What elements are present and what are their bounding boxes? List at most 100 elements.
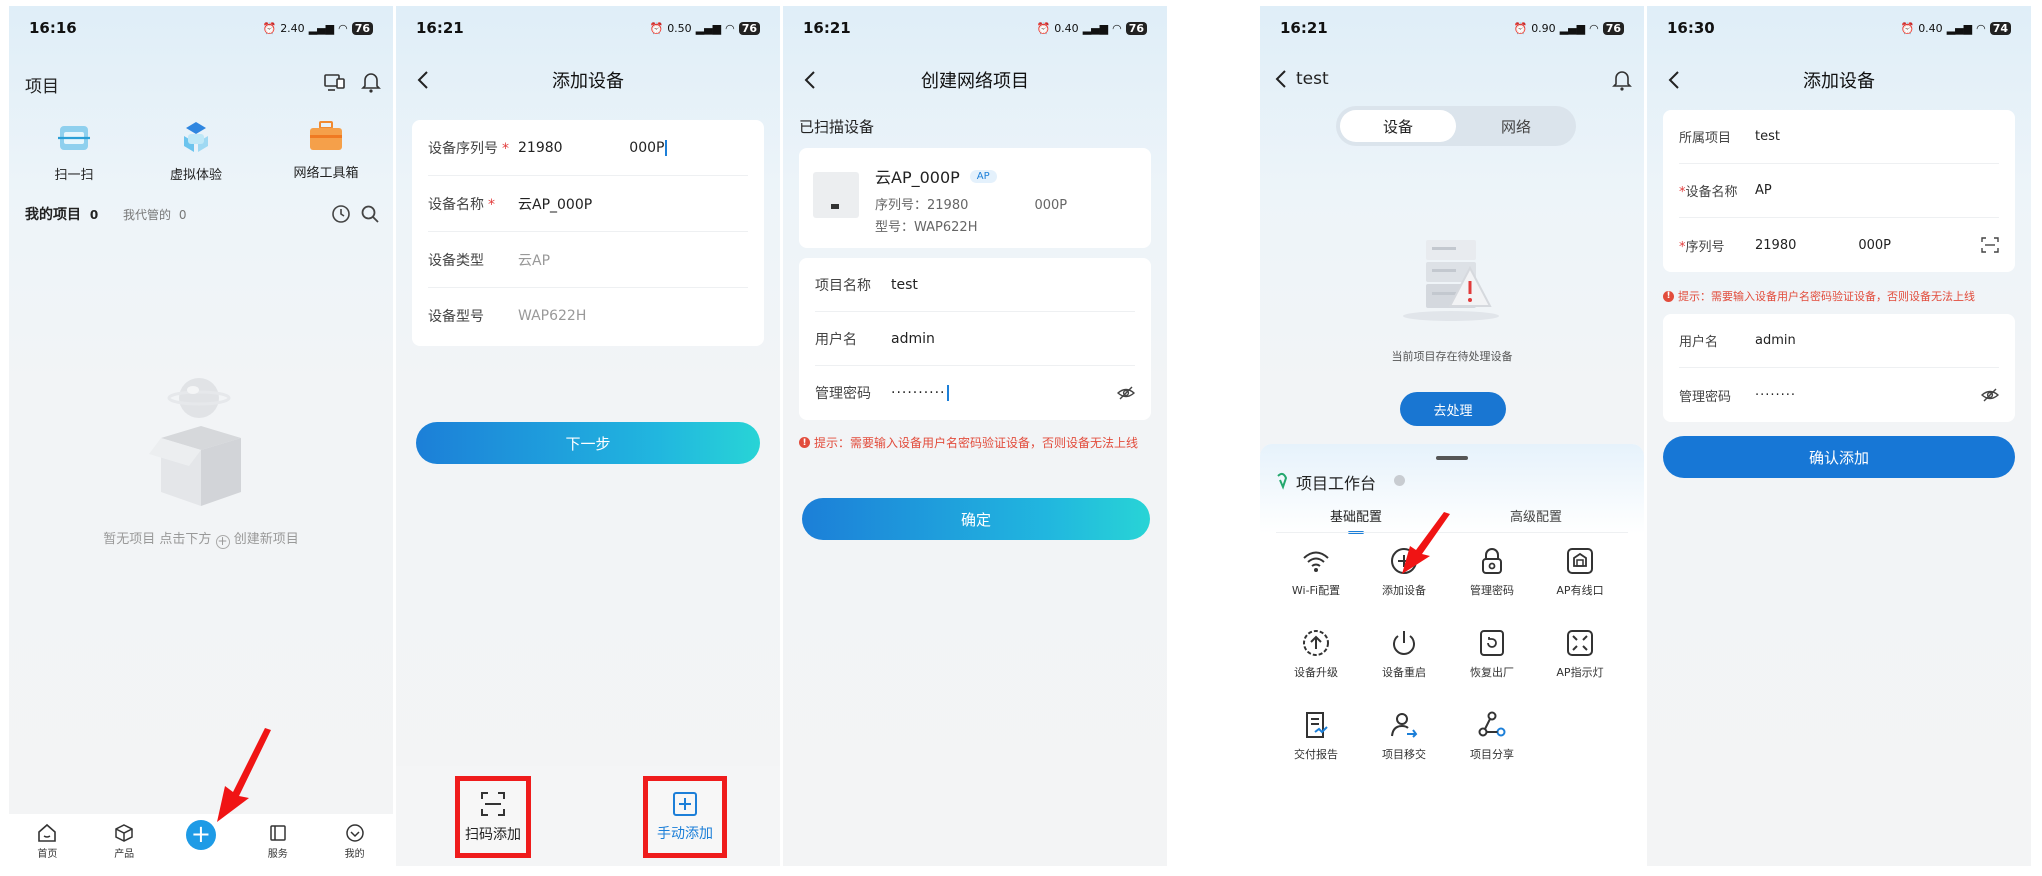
grid-project-share[interactable]: 项目分享 [1452, 710, 1532, 762]
grid-label: AP指示灯 [1556, 666, 1604, 679]
status-icons: ⏰ 2.40 ▂▄▆ ◠ 76 [262, 21, 373, 35]
status-bar: 16:21 ⏰ 0.90 ▂▄▆ ◠ 76 [1260, 6, 1644, 50]
status-bar: 16:30 ⏰ 0.40 ▂▄▆ ◠ 74 [1647, 6, 2031, 50]
confirm-add-button[interactable]: 确认添加 [1663, 436, 2015, 478]
wifi-icon [1303, 551, 1329, 572]
grid-ap-wired-port[interactable]: AP有线口 [1540, 546, 1620, 598]
form-row-name[interactable]: 设备名称 * 云AP_000P [428, 176, 748, 232]
red-arrow-annotation [1402, 512, 1450, 574]
tab-service[interactable]: 服务 [248, 823, 308, 860]
device-type-tag: AP [969, 169, 997, 183]
info-dot-icon[interactable] [1394, 475, 1405, 486]
grid-device-upgrade[interactable]: 设备升级 [1276, 628, 1356, 680]
status-icons: ⏰ 0.40 ▂▄▆ ◠ 76 [1036, 21, 1147, 35]
managed-projects-tab[interactable]: 我代管的 0 [123, 206, 186, 223]
project-value[interactable]: test [1755, 129, 1780, 144]
workbench-panel: 项目工作台 基础配置 高级配置 Wi-Fi配置 添加设备 管理密码 AP有线口 [1260, 444, 1644, 866]
segment-network[interactable]: 网络 [1460, 110, 1572, 142]
username-input[interactable]: admin [891, 331, 935, 347]
tab-home[interactable]: 首页 [17, 823, 77, 860]
form-row-model: 设备型号 WAP622H [428, 288, 748, 344]
status-icons: ⏰ 0.50 ▂▄▆ ◠ 76 [649, 21, 760, 35]
form-row-username[interactable]: 用户名 admin [815, 312, 1135, 366]
required-mark: * [502, 140, 509, 157]
required-mark: * [488, 196, 495, 213]
scanned-device-card[interactable]: 云AP_000P AP 序列号：21980 000P 型号：WAP622H [799, 148, 1151, 248]
form-row-password[interactable]: 管理密码 ········ [1679, 368, 1999, 422]
scan-add-label: 扫码添加 [465, 827, 521, 843]
tab-label: 首页 [37, 849, 58, 860]
form-row-project-name[interactable]: 项目名称 test [815, 258, 1135, 312]
grid-project-transfer[interactable]: 项目移交 [1364, 710, 1444, 762]
back-icon[interactable] [412, 68, 436, 92]
bell-icon[interactable] [1611, 68, 1633, 92]
wifi-status-icon: ◠ [338, 21, 348, 35]
serial-input[interactable]: 21980 000P [518, 140, 664, 156]
device-name-input[interactable]: AP [1755, 183, 1772, 198]
eye-off-icon[interactable] [1117, 385, 1135, 401]
net-speed: 0.40 [1918, 21, 1943, 35]
tab-mine[interactable]: 我的 [325, 823, 385, 860]
nav-bar: 创建网络项目 [783, 58, 1167, 102]
segment-device[interactable]: 设备 [1340, 110, 1456, 142]
my-projects-tab[interactable]: 我的项目 0 [25, 204, 98, 224]
manual-add-button[interactable]: 手动添加 [643, 776, 727, 858]
form-row-password[interactable]: 管理密码 ·········· [815, 366, 1135, 420]
search-icon[interactable] [360, 204, 380, 224]
bell-icon[interactable] [360, 70, 382, 94]
form-row-project[interactable]: 所属项目 test [1679, 110, 1999, 164]
quick-action-label: 网络工具箱 [293, 166, 359, 181]
grid-admin-password[interactable]: 管理密码 [1452, 546, 1532, 598]
serial-input[interactable]: 21980 000P [1755, 238, 1891, 253]
tab-advanced-label: 高级配置 [1509, 510, 1562, 525]
device-monitor-icon[interactable] [322, 70, 348, 94]
grid-wifi-config[interactable]: Wi-Fi配置 [1276, 546, 1356, 598]
form-row-serial[interactable]: 设备序列号 * 21980 000P [428, 120, 748, 176]
next-step-button[interactable]: 下一步 [416, 422, 760, 464]
back-icon[interactable] [799, 68, 823, 92]
scan-code-icon[interactable] [1981, 237, 1999, 253]
password-input[interactable]: ········ [1755, 388, 1796, 403]
quick-action-virtual[interactable]: 虚拟体验 [156, 118, 236, 183]
home-icon [38, 823, 57, 842]
back-icon[interactable] [1663, 68, 1687, 92]
grid-ap-indicator[interactable]: AP指示灯 [1540, 628, 1620, 680]
empty-text-b: 创建新项目 [233, 532, 299, 547]
scan-add-button[interactable]: 扫码添加 [455, 776, 531, 858]
project-title: test [1296, 69, 1329, 89]
field-label: 所属项目 [1679, 131, 1732, 146]
quick-action-scan[interactable]: 扫一扫 [39, 118, 109, 183]
grid-device-restart[interactable]: 设备重启 [1364, 628, 1444, 680]
clock-icon[interactable] [331, 204, 351, 224]
quick-action-toolbox[interactable]: 网络工具箱 [281, 118, 371, 181]
password-input[interactable]: ·········· [891, 385, 946, 401]
page-title: 项目 [25, 77, 59, 97]
plus-square-icon [673, 792, 697, 816]
screen-create-network-project: 16:21 ⏰ 0.40 ▂▄▆ ◠ 76 创建网络项目 已扫描设备 云AP_0… [783, 6, 1167, 866]
form-row-device-name[interactable]: *设备名称 AP [1679, 164, 1999, 218]
field-label: *设备名称 [1679, 181, 1755, 200]
tab-add-center[interactable]: + [171, 820, 231, 860]
form-row-username[interactable]: 用户名 admin [1679, 314, 1999, 368]
reset-icon [1480, 630, 1504, 656]
device-name-input[interactable]: 云AP_000P [518, 194, 592, 214]
username-input[interactable]: admin [1755, 333, 1796, 348]
drag-handle[interactable] [1436, 456, 1468, 460]
form-row-type: 设备类型 云AP [428, 232, 748, 288]
form-row-serial[interactable]: *序列号 21980 000P [1679, 218, 1999, 272]
project-name-input[interactable]: test [891, 277, 918, 293]
grid-factory-reset[interactable]: 恢复出厂 [1452, 628, 1532, 680]
grid-delivery-report[interactable]: 交付报告 [1276, 710, 1356, 762]
tab-advanced-config[interactable]: 高级配置 [1496, 506, 1576, 525]
quick-action-label: 扫一扫 [54, 168, 94, 183]
tab-basic-config[interactable]: 基础配置 [1316, 506, 1396, 534]
confirm-button[interactable]: 确定 [802, 498, 1150, 540]
back-nav[interactable]: test [1272, 68, 1329, 90]
process-button[interactable]: 去处理 [1400, 392, 1506, 426]
grid-label: Wi-Fi配置 [1291, 584, 1341, 597]
tab-label: 我的 [344, 849, 365, 860]
tab-product[interactable]: 产品 [94, 823, 154, 860]
eye-off-icon[interactable] [1981, 387, 1999, 403]
battery-level: 76 [738, 21, 760, 35]
grid-label: 交付报告 [1294, 748, 1338, 761]
